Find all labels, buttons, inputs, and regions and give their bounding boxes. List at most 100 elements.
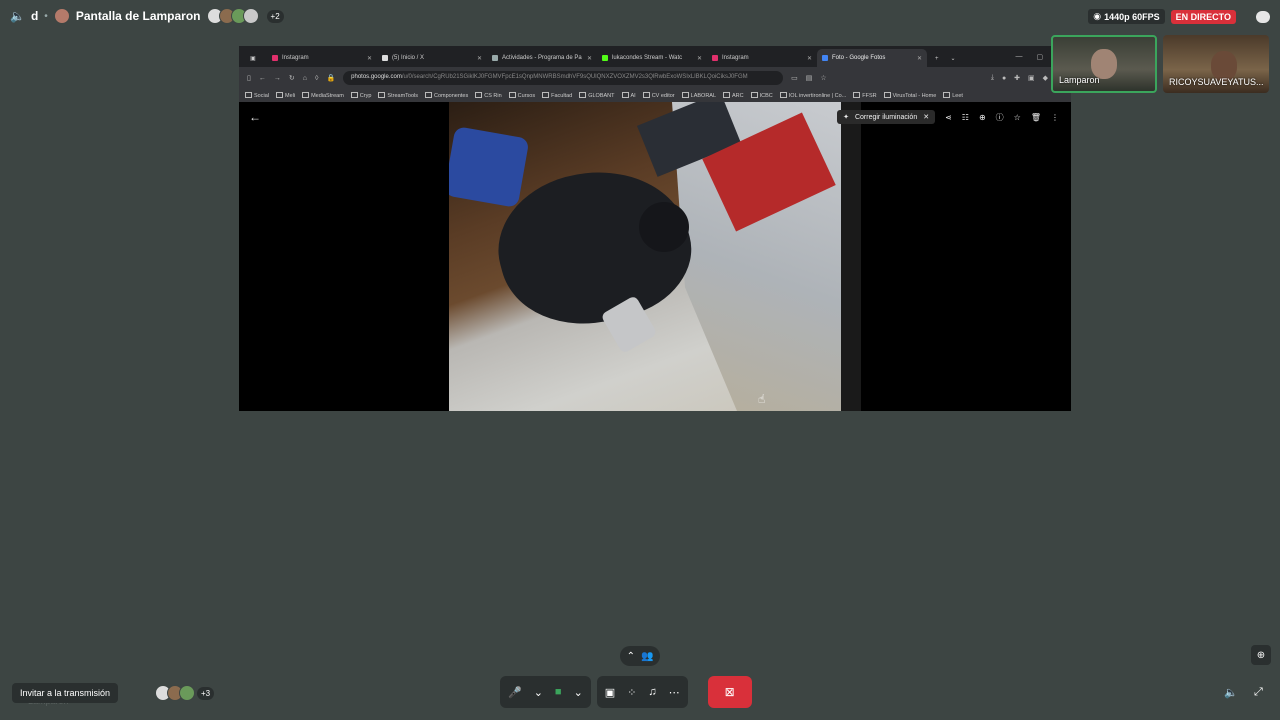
edit-icon[interactable]: ☷ [962,113,969,122]
bookmark[interactable]: CS Rin [475,92,501,99]
bookmark[interactable]: CV editor [643,92,675,99]
bookmark[interactable]: ICBC [751,92,773,99]
microphone-icon[interactable]: 🎤 [508,686,522,699]
lock-icon[interactable]: 🔒 [326,74,335,82]
participant-tile[interactable]: Lamparon [1051,35,1157,93]
browser-tab[interactable]: (5) Inicio / X ✕ [377,49,487,67]
close-icon[interactable]: ✕ [477,55,482,62]
streamer-avatar[interactable] [53,8,70,24]
reader-icon[interactable]: ▤ [806,74,813,82]
photo-image[interactable] [449,102,841,411]
bookmark[interactable]: LABORAL [682,92,716,99]
avatar[interactable] [242,8,259,24]
tab-actions-icon[interactable]: ▣ [239,55,267,67]
zoom-button[interactable]: ⊕ [1251,645,1271,665]
avatar[interactable] [179,685,195,701]
install-icon[interactable]: ▭ [791,74,798,82]
bookmark[interactable]: IOL invertironline | Co... [780,92,846,99]
extension-icon[interactable]: ● [1002,75,1006,82]
fullscreen-icon[interactable]: ⤢ [1254,686,1263,699]
screen-share-icon[interactable]: ▣ [605,686,615,699]
tab-label: lukacondes Stream - Watc [612,55,683,61]
invite-button[interactable]: Invitar a la transmisión [12,683,119,703]
more-icon[interactable]: ⋮ [1051,113,1059,122]
bookmark[interactable]: VirusTotal - Home [884,92,937,99]
bookmark[interactable]: Facultad [542,92,572,99]
live-badge: EN DIRECTO [1170,9,1236,24]
photo-blue-bag-region [449,126,530,208]
bookmark[interactable]: ARC [723,92,744,99]
activities-icon[interactable]: ⁘ [627,686,636,699]
star-icon[interactable]: ☆ [1014,113,1021,122]
bookmark[interactable]: Cryp [351,92,372,99]
viewer-count-badge[interactable]: +2 [266,9,284,23]
new-tab-icon[interactable]: + [927,56,947,67]
soundboard-icon[interactable]: ♫ [648,686,656,698]
bookmark[interactable]: GLOBANT [579,92,614,99]
share-icon[interactable]: ⋖ [945,113,952,122]
browser-tab-active[interactable]: Foto - Google Fotos ✕ [817,49,927,67]
chevron-down-icon[interactable]: ⌄ [947,55,960,67]
browser-tab[interactable]: Instagram ✕ [707,49,817,67]
viewer-avatars-bottom[interactable]: +3 [155,685,215,701]
home-icon[interactable]: ⌂ [303,75,307,82]
server-initial[interactable]: d [31,9,38,23]
extension-icon[interactable]: ▣ [1028,74,1035,82]
camera-icon[interactable]: ■ [555,686,562,698]
browser-tab[interactable]: Instagram ✕ [267,49,377,67]
url-input[interactable]: photos.google.com/u/0/search/CgRUb21SGik… [343,71,784,85]
close-icon[interactable]: ✕ [917,55,922,62]
back-icon[interactable]: ← [259,75,266,82]
sidebar-icon[interactable]: ▯ [247,74,251,82]
close-icon[interactable]: ✕ [367,55,372,62]
instagram-icon [272,55,278,61]
forward-icon[interactable]: → [274,75,281,82]
participant-tile[interactable]: RICOYSUAVEYATUS... [1163,35,1269,93]
zoom-icon[interactable]: ⊕ [979,113,986,122]
close-icon[interactable]: ✕ [697,55,702,62]
close-icon[interactable]: ✕ [587,55,592,62]
browser-tab[interactable]: lukacondes Stream - Watc ✕ [597,49,707,67]
reload-icon[interactable]: ↻ [289,74,295,82]
participant-name: Lamparon [1059,75,1100,85]
chat-icon[interactable] [1256,10,1270,23]
generic-page-icon [492,55,498,61]
close-icon[interactable]: ✕ [923,113,929,121]
chevron-down-icon[interactable]: ⌄ [574,686,583,699]
fix-lighting-chip[interactable]: ✦ Corregir iluminación ✕ [837,110,936,124]
expand-participants-button[interactable]: ⌃ 👥 [620,646,660,666]
back-arrow-icon[interactable]: ← [249,110,261,124]
browser-tab-bar: ▣ Instagram ✕ (5) Inicio / X ✕ Actividades… [239,46,1071,67]
download-icon[interactable]: ⤓ [991,74,994,82]
shield-icon[interactable]: ◊ [315,75,318,82]
bookmark[interactable]: AI [622,92,636,99]
speaker-icon[interactable]: 🔈 [10,9,25,23]
trash-icon[interactable]: 🗑 [1031,113,1041,122]
info-icon[interactable]: ⓘ [996,112,1004,123]
bookmark[interactable]: Social [245,92,269,99]
puzzle-icon[interactable]: ✚ [1014,74,1020,82]
bookmark[interactable]: Meli [276,92,295,99]
minimize-icon[interactable]: — [1016,53,1023,61]
shared-screen: ▣ Instagram ✕ (5) Inicio / X ✕ Actividades… [239,46,1071,411]
volume-icon[interactable]: 🔈 [1224,686,1238,699]
chevron-down-icon[interactable]: ⌄ [534,686,543,699]
maximize-icon[interactable]: ▢ [1037,53,1044,61]
star-icon[interactable]: ☆ [820,74,826,82]
fix-lighting-label: Corregir iluminación [854,113,918,121]
bookmark[interactable]: MediaStream [302,92,344,99]
more-options-icon[interactable]: ⋯ [669,686,680,699]
viewer-avatars[interactable] [206,8,259,24]
bookmark[interactable]: Componentes [425,92,468,99]
browser-tab[interactable]: Actividades - Programa de Pa ✕ [487,49,597,67]
close-icon[interactable]: ✕ [807,55,812,62]
viewer-count-badge[interactable]: +3 [197,686,215,700]
extension-icon[interactable]: ◆ [1043,74,1048,82]
bookmark[interactable]: Cursos [509,92,535,99]
bookmark[interactable]: FFSR [853,92,876,99]
top-bar: 🔈 d • Pantalla de Lamparon +2 ◉ 1440p 60… [0,0,1280,34]
bookmark[interactable]: Leet [943,92,963,99]
eye-icon: ◉ [1093,11,1102,21]
stop-stream-button[interactable]: ⊠ [707,676,752,708]
bookmark[interactable]: StreamTools [378,92,418,99]
